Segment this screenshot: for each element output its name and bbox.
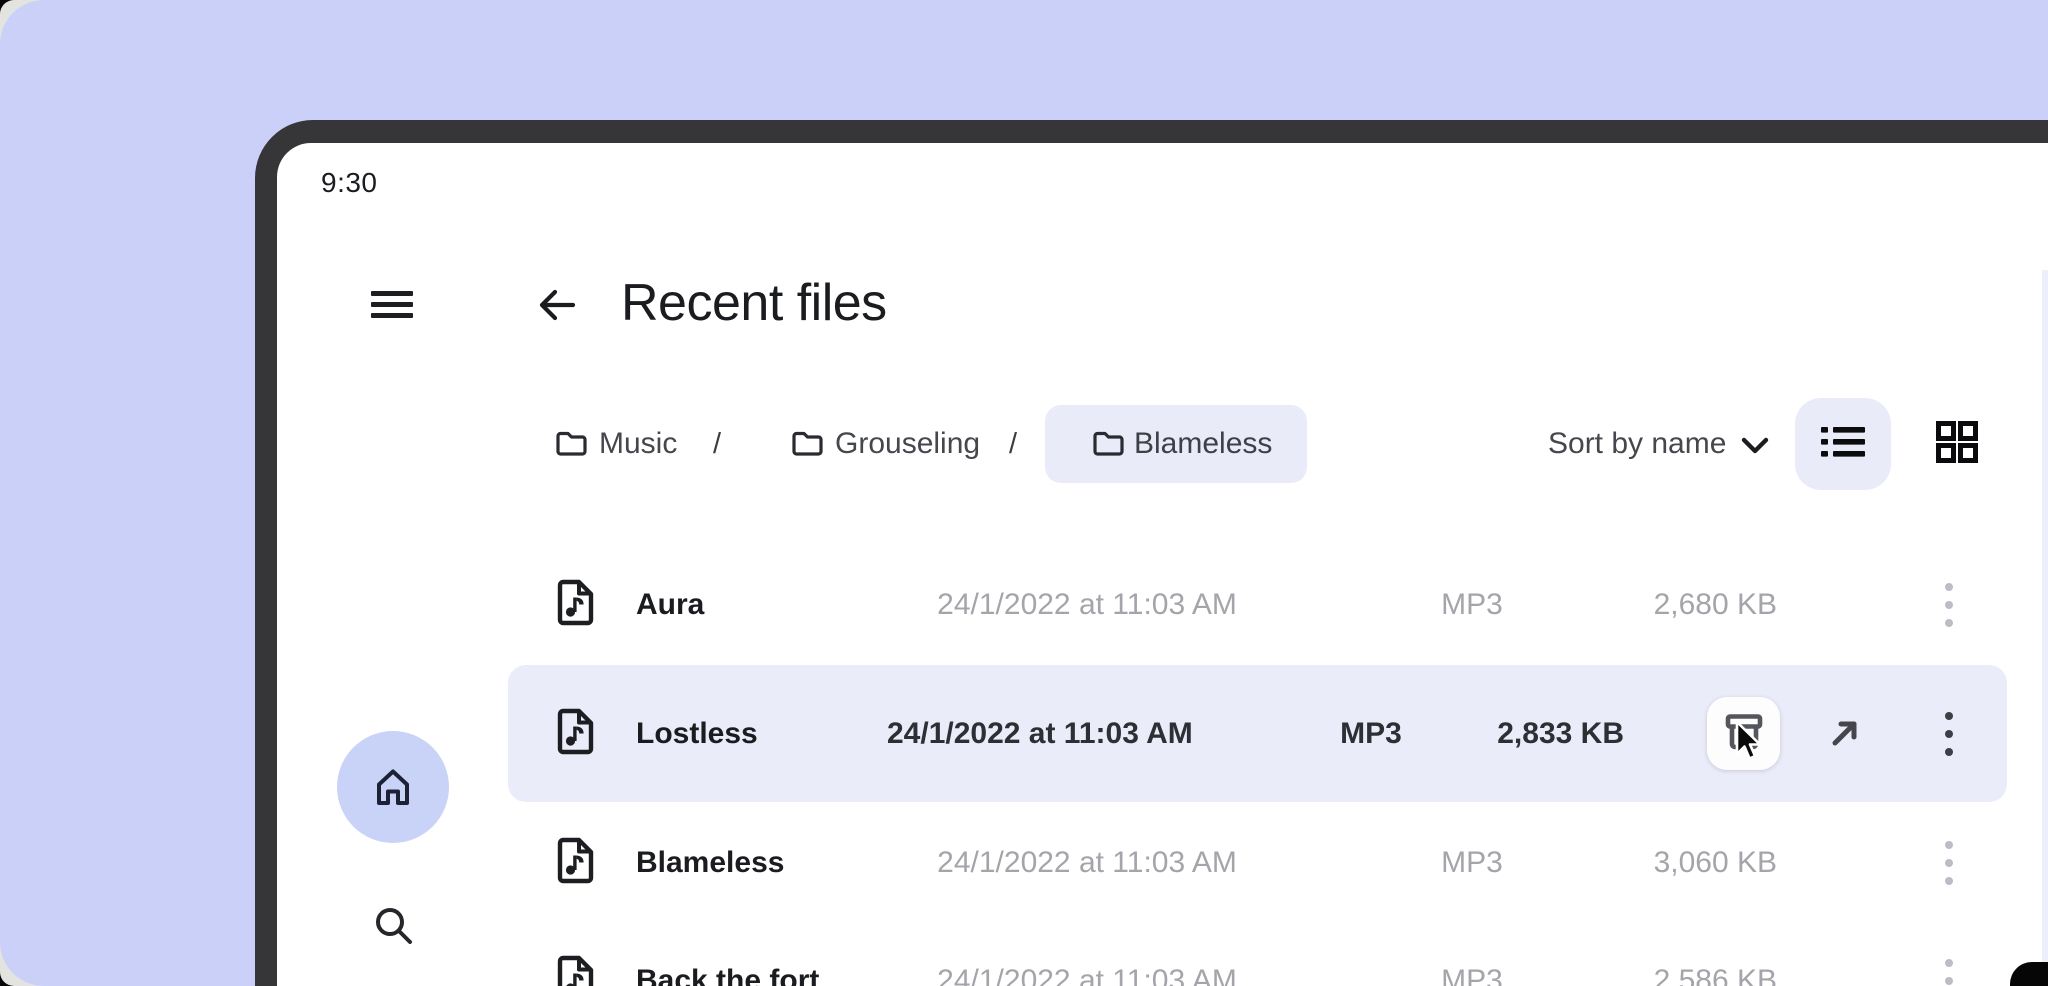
file-date: 24/1/2022 at 11:03 AM [937,846,1237,880]
breadcrumb-separator: / [1009,405,1017,483]
file-name: Aura [636,588,704,622]
menu-icon[interactable] [371,291,413,319]
audio-file-icon [556,956,594,986]
nav-home-button[interactable] [337,731,449,843]
file-size: 2,833 KB [1472,717,1624,751]
audio-file-icon [556,580,594,631]
sort-by-name-button[interactable]: Sort by name [1548,405,1726,483]
file-name: Blameless [636,846,784,880]
folder-icon [555,431,587,462]
audio-file-icon [556,708,594,759]
breadcrumb-music[interactable]: Music [599,405,677,483]
file-size: 2,680 KB [1625,588,1777,622]
file-date: 24/1/2022 at 11:03 AM [887,717,1187,751]
page-background: 9:30 Re [0,0,2048,986]
archive-button[interactable] [1707,697,1780,770]
tablet-screen: 9:30 Re [277,143,2048,986]
file-size: 2,586 KB [1625,964,1777,986]
file-type: MP3 [1427,964,1517,986]
file-type: MP3 [1427,588,1517,622]
file-name: Lostless [636,717,758,751]
file-name: Back the fort [636,964,819,986]
chevron-down-icon[interactable] [1739,435,1771,462]
breadcrumb-grouseling[interactable]: Grouseling [835,405,980,483]
folder-icon [1092,431,1124,462]
file-type: MP3 [1326,717,1416,751]
search-icon[interactable] [371,903,417,949]
breadcrumb-blameless-chip[interactable]: Blameless [1045,405,1307,483]
breadcrumb-separator: / [713,405,721,483]
screenshot-stage: 9:30 Re [0,0,2048,986]
more-options-icon[interactable] [1941,575,1957,635]
more-options-icon[interactable] [1941,833,1957,893]
archive-icon [1721,708,1767,759]
file-date: 24/1/2022 at 11:03 AM [937,964,1237,986]
more-options-icon[interactable] [1941,951,1957,986]
open-file-icon[interactable] [1827,715,1863,751]
cut-off-corner-shape [2010,962,2048,986]
file-date: 24/1/2022 at 11:03 AM [937,588,1237,622]
audio-file-icon [556,838,594,889]
list-view-toggle[interactable] [1795,398,1891,490]
file-size: 3,060 KB [1625,846,1777,880]
file-row[interactable]: Aura 24/1/2022 at 11:03 AM MP3 2,680 KB [508,541,2007,669]
file-row-selected[interactable]: Lostless 24/1/2022 at 11:03 AM MP3 2,833… [508,665,2007,802]
folder-icon [791,431,823,462]
file-row[interactable]: Back the fort 24/1/2022 at 11:03 AM MP3 … [508,917,2007,986]
file-type: MP3 [1427,846,1517,880]
grid-view-toggle[interactable] [1929,416,1985,472]
grid-view-icon [1933,418,1981,471]
list-view-icon [1820,424,1866,465]
page-title: Recent files [621,273,887,333]
home-icon [370,762,416,813]
file-row[interactable]: Blameless 24/1/2022 at 11:03 AM MP3 3,06… [508,799,2007,927]
more-options-icon[interactable] [1941,704,1957,764]
breadcrumb-blameless: Blameless [1134,405,1272,483]
scrollbar-track[interactable] [2042,270,2048,970]
status-bar-time: 9:30 [321,167,378,199]
back-button[interactable] [534,282,580,328]
